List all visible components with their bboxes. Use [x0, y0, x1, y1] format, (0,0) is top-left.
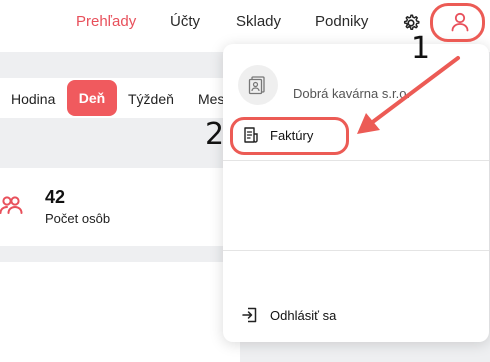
- user-dropdown-menu: Dobrá kavárna s.r.o. Faktúry Odhlásiť sa: [223, 44, 489, 342]
- period-tyzden[interactable]: Týždeň: [128, 91, 174, 107]
- annotation-step-1: 1: [411, 31, 431, 66]
- nav-prehlady[interactable]: Prehľady: [76, 13, 136, 30]
- nav-podniky[interactable]: Podniky: [315, 13, 368, 30]
- company-placeholder-icon: [248, 76, 265, 95]
- company-avatar: [238, 65, 278, 105]
- stat-value: 42: [45, 187, 66, 207]
- period-mesiac[interactable]: Mes: [198, 91, 224, 107]
- logout-icon: [242, 307, 257, 323]
- people-icon: [0, 196, 23, 214]
- period-den[interactable]: Deň: [67, 80, 117, 116]
- annotation-highlight-invoices: [230, 117, 349, 155]
- period-hodina[interactable]: Hodina: [11, 91, 55, 107]
- nav-sklady[interactable]: Sklady: [236, 13, 281, 30]
- content-card: [0, 262, 240, 362]
- stat-label: Počet osôb: [45, 211, 111, 226]
- company-name: Dobrá kavárna s.r.o.: [293, 86, 411, 101]
- menu-divider: [223, 250, 489, 251]
- period-selector: Hodina Deň Týždeň Mes: [0, 78, 240, 118]
- menu-divider: [223, 160, 489, 161]
- nav-ucty[interactable]: Účty: [170, 13, 200, 30]
- annotation-highlight-user: [430, 3, 485, 42]
- annotation-step-2: 2: [205, 117, 225, 152]
- stat-card: [0, 168, 240, 246]
- logout-label: Odhlásiť sa: [270, 308, 337, 323]
- logout-menu-item[interactable]: Odhlásiť sa: [233, 302, 373, 328]
